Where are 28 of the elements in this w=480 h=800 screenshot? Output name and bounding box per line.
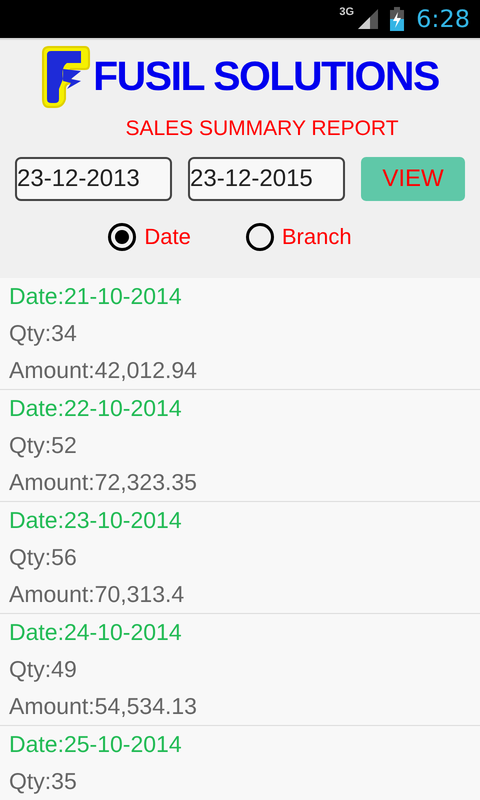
network-type: 3G <box>339 6 354 18</box>
date-text: Date:24-10-2014 <box>9 618 183 647</box>
signal-icon <box>358 9 378 29</box>
to-date-field[interactable]: 23-12-2015 <box>188 157 345 201</box>
amount-text: Amount:70,313.4 <box>9 580 186 609</box>
company-name: FUSIL SOLUTIONS <box>93 52 439 100</box>
date-text: Date:25-10-2014 <box>9 730 183 759</box>
date-text: Date:23-10-2014 <box>9 506 183 535</box>
amount-text: Amount:72,323.35 <box>9 468 198 497</box>
battery-charging-icon <box>390 7 404 31</box>
radio-label[interactable]: Branch <box>282 224 352 250</box>
radio-label[interactable]: Date <box>144 224 191 250</box>
radio-button[interactable] <box>108 223 136 251</box>
clock: 6:28 <box>416 5 470 33</box>
view-button[interactable]: VIEW <box>361 157 465 201</box>
qty-text: Qty:56 <box>9 543 78 572</box>
date-text: Date:22-10-2014 <box>9 394 183 423</box>
date-text: Date:21-10-2014 <box>9 282 183 311</box>
qty-text: Qty:49 <box>9 655 78 684</box>
amount-text: Amount:54,534.13 <box>9 692 198 721</box>
report-title: SALES SUMMARY REPORT <box>124 117 400 141</box>
amount-text: Amount:42,012.94 <box>9 356 198 385</box>
radio-button[interactable] <box>246 223 274 251</box>
qty-text: Qty:52 <box>9 431 78 460</box>
from-date-field[interactable]: 23-12-2013 <box>15 157 172 201</box>
qty-text: Qty:35 <box>9 767 78 796</box>
logo-icon <box>41 43 92 109</box>
qty-text: Qty:34 <box>9 319 78 348</box>
